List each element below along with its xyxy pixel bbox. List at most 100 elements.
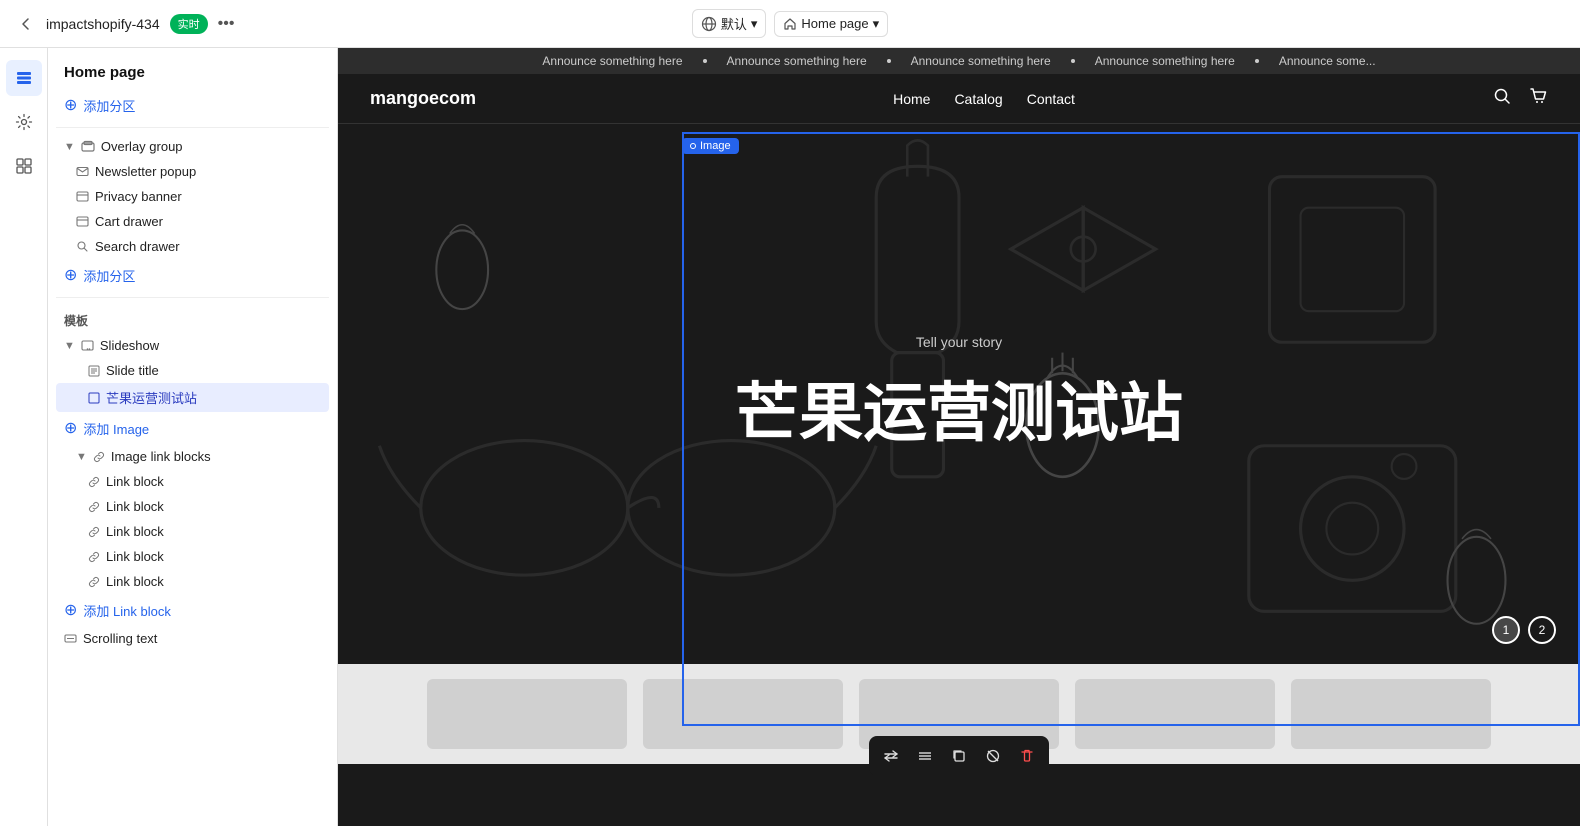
- live-badge: 实时: [170, 14, 208, 34]
- page-chevron-icon: ▾: [873, 16, 880, 32]
- shop-nav: mangoecom Home Catalog Contact: [338, 74, 1580, 124]
- topbar: impactshopify-434 实时 ••• 默认 ▾ Home page …: [0, 0, 1580, 48]
- scrolling-text-item[interactable]: Scrolling text: [56, 626, 329, 651]
- announce-text-2: Announce something here: [727, 54, 867, 68]
- scrolling-text-icon: [64, 632, 77, 645]
- shop-nav-actions: [1492, 86, 1548, 111]
- active-slide-item[interactable]: 芒果运营测试站: [56, 383, 329, 412]
- panel-title: Home page: [48, 48, 337, 89]
- slideshow-icon: [81, 339, 94, 352]
- link-block-item-3[interactable]: Link block: [56, 519, 329, 544]
- slide-title-icon: [88, 365, 100, 377]
- cart-drawer-item[interactable]: Cart drawer: [56, 209, 329, 234]
- cart-icon: [76, 215, 89, 228]
- home-icon: [783, 17, 797, 31]
- shop-nav-links: Home Catalog Contact: [893, 91, 1075, 107]
- page-label: Home page: [801, 16, 868, 31]
- shop-preview: Announce something here Announce somethi…: [338, 48, 1580, 826]
- announce-text-3: Announce something here: [911, 54, 1051, 68]
- link-block-item-2[interactable]: Link block: [56, 494, 329, 519]
- slide-indicators: 1 2: [1492, 616, 1556, 644]
- nav-contact[interactable]: Contact: [1027, 91, 1075, 107]
- lang-selector[interactable]: 默认 ▾: [692, 9, 767, 38]
- announce-text-5: Announce some...: [1279, 54, 1376, 68]
- add-section-button-1[interactable]: ⊕ 添加分区: [56, 89, 329, 121]
- announce-dot-3: [1071, 59, 1075, 63]
- delete-button[interactable]: [1011, 740, 1043, 772]
- nav-catalog[interactable]: Catalog: [954, 91, 1002, 107]
- image-label-badge[interactable]: Image: [682, 138, 739, 154]
- announce-dot-1: [703, 59, 707, 63]
- add-image-button[interactable]: ⊕ 添加 Image: [56, 412, 329, 444]
- image-badge-text: Image: [700, 140, 731, 152]
- link-block-icon-4: [88, 551, 100, 563]
- newsletter-popup-item[interactable]: Newsletter popup: [56, 159, 329, 184]
- list-button[interactable]: [909, 740, 941, 772]
- overlay-group-header[interactable]: ▼ Overlay group: [56, 134, 329, 159]
- sidebar-icon-settings[interactable]: [6, 104, 42, 140]
- bottom-toolbar: [869, 736, 1049, 776]
- collapse-icon: ▼: [64, 141, 75, 153]
- divider-2: [56, 297, 329, 298]
- link-block-item-5[interactable]: Link block: [56, 569, 329, 594]
- strip-item-1: [427, 679, 627, 749]
- slide-title-item[interactable]: Slide title: [56, 358, 329, 383]
- slide-dot-1[interactable]: 1: [1492, 616, 1520, 644]
- sidebar-icons: [0, 48, 48, 826]
- overlay-group-icon: [81, 140, 95, 154]
- preview-area: Announce something here Announce somethi…: [338, 48, 1580, 826]
- announce-text-4: Announce something here: [1095, 54, 1235, 68]
- preview-frame[interactable]: Announce something here Announce somethi…: [338, 48, 1580, 826]
- image-badge-dot: [690, 143, 696, 149]
- link-block-icon-2: [88, 501, 100, 513]
- nav-home[interactable]: Home: [893, 91, 930, 107]
- link-block-item-1[interactable]: Link block: [56, 469, 329, 494]
- announce-dot-4: [1255, 59, 1259, 63]
- back-button[interactable]: [16, 14, 36, 34]
- template-label: 模板: [56, 304, 329, 333]
- link-icon: [93, 451, 105, 463]
- link-block-item-4[interactable]: Link block: [56, 544, 329, 569]
- lang-label: 默认: [721, 14, 747, 33]
- link-block-icon-3: [88, 526, 100, 538]
- panel-content: ⊕ 添加分区 ▼ Overlay group Newsletter po: [48, 89, 337, 826]
- divider-1: [56, 127, 329, 128]
- hero-title: 芒果运营测试站: [735, 362, 1183, 454]
- copy-button[interactable]: [943, 740, 975, 772]
- add-link-block-button[interactable]: ⊕ 添加 Link block: [56, 594, 329, 626]
- link-block-icon-5: [88, 576, 100, 588]
- store-name: impactshopify-434: [46, 16, 160, 32]
- globe-icon: [701, 16, 717, 32]
- strip-item-2: [643, 679, 843, 749]
- hero-content: Tell your story 芒果运营测试站: [735, 334, 1183, 454]
- search-icon: [76, 240, 89, 253]
- image-link-blocks-item[interactable]: ▼ Image link blocks: [56, 444, 329, 469]
- privacy-icon: [76, 190, 89, 203]
- page-selector[interactable]: Home page ▾: [774, 11, 888, 37]
- slideshow-item[interactable]: ▼ Slideshow: [56, 333, 329, 358]
- image-link-blocks-collapse-icon: ▼: [76, 451, 87, 463]
- sidebar-icon-apps[interactable]: [6, 148, 42, 184]
- shop-logo: mangoecom: [370, 88, 476, 109]
- search-nav-icon[interactable]: [1492, 86, 1512, 111]
- privacy-banner-item[interactable]: Privacy banner: [56, 184, 329, 209]
- sidebar-icon-layers[interactable]: [6, 60, 42, 96]
- link-block-icon-1: [88, 476, 100, 488]
- lang-chevron-icon: ▾: [751, 16, 758, 32]
- announce-bar: Announce something here Announce somethi…: [338, 48, 1580, 74]
- cart-nav-icon[interactable]: [1528, 86, 1548, 111]
- hide-button[interactable]: [977, 740, 1009, 772]
- slide-dot-2[interactable]: 2: [1528, 616, 1556, 644]
- strip-item-5: [1291, 679, 1491, 749]
- more-button[interactable]: •••: [218, 15, 235, 33]
- left-panel: Home page ⊕ 添加分区 ▼ Overlay group: [48, 48, 338, 826]
- active-slide-icon: [88, 392, 100, 404]
- strip-item-4: [1075, 679, 1275, 749]
- announce-text-1: Announce something here: [542, 54, 682, 68]
- announce-dot-2: [887, 59, 891, 63]
- main-layout: Home page ⊕ 添加分区 ▼ Overlay group: [0, 48, 1580, 826]
- hero-area: Tell your story 芒果运营测试站 1 2: [338, 124, 1580, 664]
- search-drawer-item[interactable]: Search drawer: [56, 234, 329, 259]
- add-section-button-2[interactable]: ⊕ 添加分区: [56, 259, 329, 291]
- swap-button[interactable]: [875, 740, 907, 772]
